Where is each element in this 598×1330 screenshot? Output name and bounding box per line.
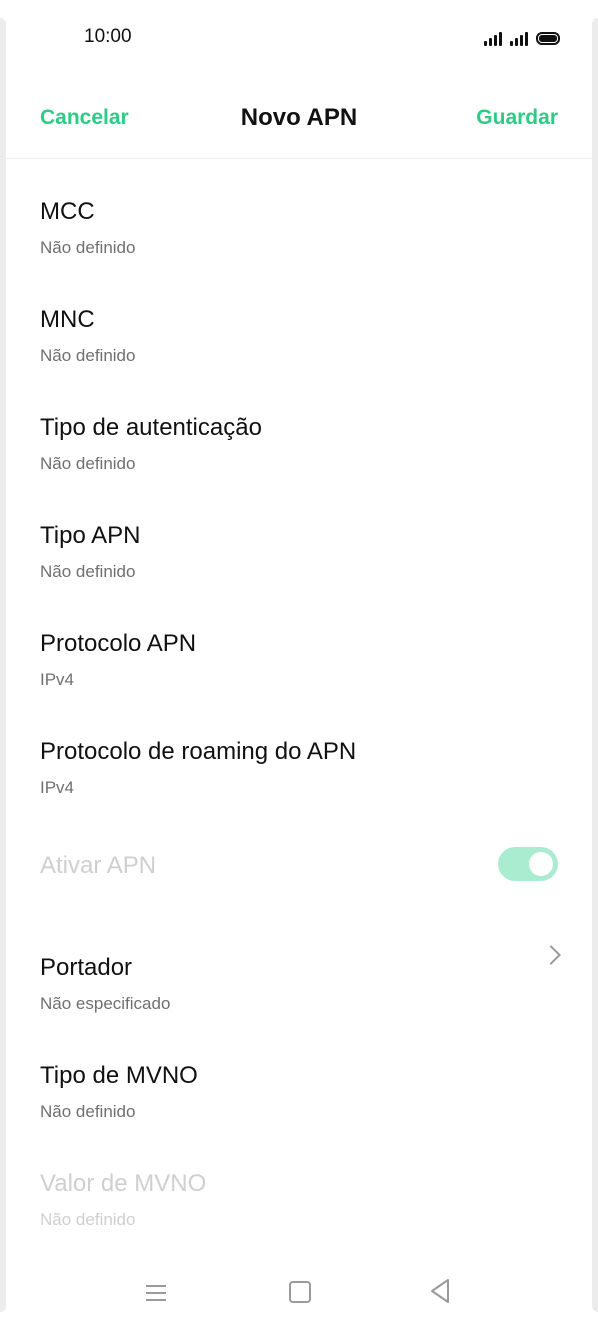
setting-title: MCC [40,198,95,225]
menu-icon[interactable] [146,1282,166,1302]
setting-value: IPv4 [40,670,75,689]
setting-value: Não definido [40,454,136,473]
setting-value: Não especificado [40,994,171,1013]
setting-title: Protocolo de roaming do APN [40,738,357,765]
setting-value: Não definido [40,1102,136,1121]
setting-title: Ativar APN [40,852,157,879]
system-nav-bar [0,1278,598,1308]
signal-icon [510,30,528,46]
setting-title: Protocolo APN [40,630,197,657]
setting-value: Não definido [40,346,136,365]
setting-auth-type[interactable]: Tipo de autenticação Não definido [0,376,598,484]
settings-list: MCC Não definido MNC Não definido Tipo d… [0,160,598,1240]
home-icon[interactable] [289,1281,311,1303]
setting-mnc[interactable]: MNC Não definido [0,268,598,376]
setting-apn-roaming-protocol[interactable]: Protocolo de roaming do APN IPv4 [0,700,598,808]
status-bar: 10:00 [0,0,598,76]
setting-mvno-type[interactable]: Tipo de MVNO Não definido [0,1024,598,1132]
setting-value: Não definido [40,238,136,257]
setting-value: Não definido [40,1210,136,1229]
status-icons [484,26,560,46]
setting-bearer[interactable]: Portador Não especificado [0,916,598,1024]
setting-apn-protocol[interactable]: Protocolo APN IPv4 [0,592,598,700]
setting-mcc[interactable]: MCC Não definido [0,160,598,268]
back-icon[interactable] [428,1278,452,1304]
setting-title: Tipo de MVNO [40,1062,198,1089]
setting-value: Não definido [40,562,136,581]
setting-mvno-value: Valor de MVNO Não definido [0,1132,598,1240]
signal-icon [484,30,502,46]
battery-icon [536,32,560,45]
app-header: Cancelar Novo APN Guardar [0,90,598,159]
setting-title: Portador [40,954,133,981]
setting-title: Valor de MVNO [40,1170,207,1197]
setting-title: MNC [40,306,95,333]
phone-screen: 10:00 Cancelar Novo APN Guardar MCC Não … [0,0,598,1330]
status-time: 10:00 [84,26,132,47]
enable-apn-toggle [498,847,558,881]
save-button[interactable]: Guardar [476,106,558,130]
setting-apn-type[interactable]: Tipo APN Não definido [0,484,598,592]
toggle-knob [529,852,553,876]
setting-title: Tipo de autenticação [40,414,262,441]
setting-value: IPv4 [40,778,75,797]
setting-title: Tipo APN [40,522,141,549]
